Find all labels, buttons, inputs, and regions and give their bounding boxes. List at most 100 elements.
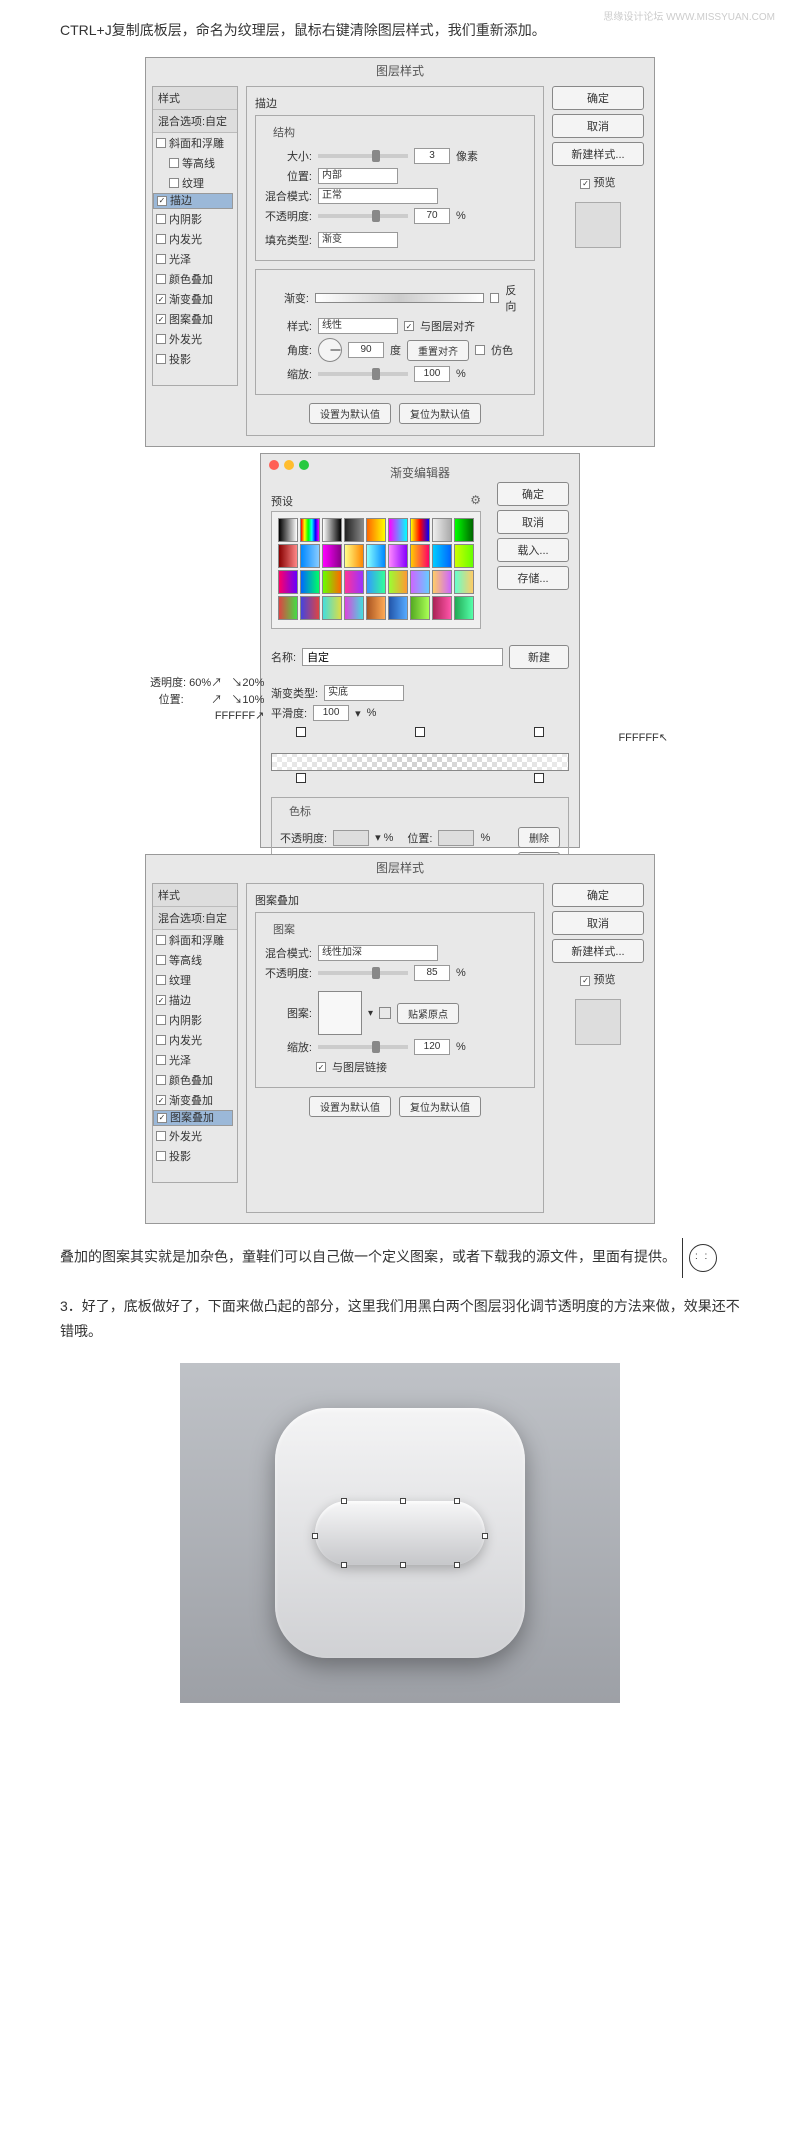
preset-swatch[interactable] [322,518,342,542]
save-button[interactable]: 存储... [497,566,569,590]
blendmode-select[interactable]: 正常 [318,188,438,204]
reset-default-button[interactable]: 复位为默认值 [399,1096,481,1117]
gear-icon[interactable]: ⚙ [470,493,481,509]
maximize-icon[interactable] [299,460,309,470]
cancel-button[interactable]: 取消 [497,510,569,534]
style-checkbox[interactable]: ✓ [156,294,166,304]
style-item-2[interactable]: 纹理 [153,970,237,990]
preset-swatch[interactable] [432,518,452,542]
color-stop[interactable] [534,773,544,783]
preset-swatch[interactable] [300,570,320,594]
reverse-checkbox[interactable] [490,293,500,303]
preset-swatch[interactable] [410,518,430,542]
smooth-input[interactable]: 100 [313,705,349,721]
close-icon[interactable] [269,460,279,470]
style-item-5[interactable]: 内发光 [153,229,237,249]
new-pattern-icon[interactable] [379,1007,391,1019]
style-checkbox[interactable]: ✓ [156,995,166,1005]
ok-button[interactable]: 确定 [552,86,644,110]
preset-swatch[interactable] [454,596,474,620]
style-checkbox[interactable] [156,1075,166,1085]
presets-grid[interactable] [271,511,481,629]
snap-button[interactable]: 贴紧原点 [397,1003,459,1024]
gradient-swatch[interactable] [315,293,484,303]
style-item-6[interactable]: 光泽 [153,1050,237,1070]
style-checkbox[interactable]: ✓ [157,196,167,206]
style-item-8[interactable]: ✓渐变叠加 [153,1090,237,1110]
preset-swatch[interactable] [388,518,408,542]
align-checkbox[interactable]: ✓ [404,321,414,331]
blend-header[interactable]: 混合选项:自定 [153,907,237,930]
filltype-select[interactable]: 渐变 [318,232,398,248]
preset-swatch[interactable] [454,570,474,594]
opacity-stop[interactable] [296,727,306,737]
preview-checkbox[interactable]: ✓ [580,179,590,189]
preset-swatch[interactable] [388,544,408,568]
style-checkbox[interactable] [156,234,166,244]
style-checkbox[interactable] [156,1035,166,1045]
link-checkbox[interactable]: ✓ [316,1062,326,1072]
style-checkbox[interactable] [156,935,166,945]
preset-swatch[interactable] [278,518,298,542]
opacity-stop[interactable] [534,727,544,737]
cancel-button[interactable]: 取消 [552,911,644,935]
dither-checkbox[interactable] [475,345,485,355]
preset-swatch[interactable] [278,544,298,568]
load-button[interactable]: 载入... [497,538,569,562]
angle-dial[interactable] [318,338,342,362]
preset-swatch[interactable] [454,544,474,568]
style-checkbox[interactable] [156,955,166,965]
blendmode-select[interactable]: 线性加深 [318,945,438,961]
window-controls[interactable] [269,460,309,470]
preset-swatch[interactable] [300,518,320,542]
style-checkbox[interactable] [156,1055,166,1065]
opacity-input[interactable]: 85 [414,965,450,981]
newstyle-button[interactable]: 新建样式... [552,142,644,166]
style-item-9[interactable]: ✓图案叠加 [153,309,237,329]
style-checkbox[interactable] [169,158,179,168]
ok-button[interactable]: 确定 [497,482,569,506]
cancel-button[interactable]: 取消 [552,114,644,138]
style-item-10[interactable]: 外发光 [153,1126,237,1146]
preset-swatch[interactable] [344,518,364,542]
realign-button[interactable]: 重置对齐 [407,340,469,361]
preset-swatch[interactable] [278,570,298,594]
style-checkbox[interactable] [156,354,166,364]
minimize-icon[interactable] [284,460,294,470]
size-slider[interactable] [318,154,408,158]
style-item-3[interactable]: ✓描边 [153,193,233,209]
gradtype-select[interactable]: 实底 [324,685,404,701]
scale-input[interactable]: 100 [414,366,450,382]
style-item-1[interactable]: 等高线 [153,153,237,173]
style-select[interactable]: 线性 [318,318,398,334]
preset-swatch[interactable] [366,518,386,542]
style-item-9[interactable]: ✓图案叠加 [153,1110,233,1126]
preset-swatch[interactable] [366,596,386,620]
style-checkbox[interactable] [156,138,166,148]
preset-swatch[interactable] [410,596,430,620]
style-checkbox[interactable] [156,274,166,284]
newstyle-button[interactable]: 新建样式... [552,939,644,963]
new-button[interactable]: 新建 [509,645,569,669]
preset-swatch[interactable] [366,544,386,568]
style-checkbox[interactable] [156,1131,166,1141]
delete-stop-button[interactable]: 删除 [518,827,560,848]
style-item-11[interactable]: 投影 [153,1146,237,1166]
style-checkbox[interactable] [156,1151,166,1161]
gradient-bar[interactable] [271,753,569,771]
style-item-10[interactable]: 外发光 [153,329,237,349]
opacity-slider[interactable] [318,214,408,218]
style-item-5[interactable]: 内发光 [153,1030,237,1050]
preset-swatch[interactable] [300,596,320,620]
style-item-7[interactable]: 颜色叠加 [153,269,237,289]
preset-swatch[interactable] [344,544,364,568]
scale-slider[interactable] [318,372,408,376]
style-checkbox[interactable] [156,1015,166,1025]
style-item-0[interactable]: 斜面和浮雕 [153,133,237,153]
style-item-0[interactable]: 斜面和浮雕 [153,930,237,950]
style-item-1[interactable]: 等高线 [153,950,237,970]
style-item-2[interactable]: 纹理 [153,173,237,193]
preset-swatch[interactable] [322,570,342,594]
style-checkbox[interactable] [169,178,179,188]
style-item-8[interactable]: ✓渐变叠加 [153,289,237,309]
